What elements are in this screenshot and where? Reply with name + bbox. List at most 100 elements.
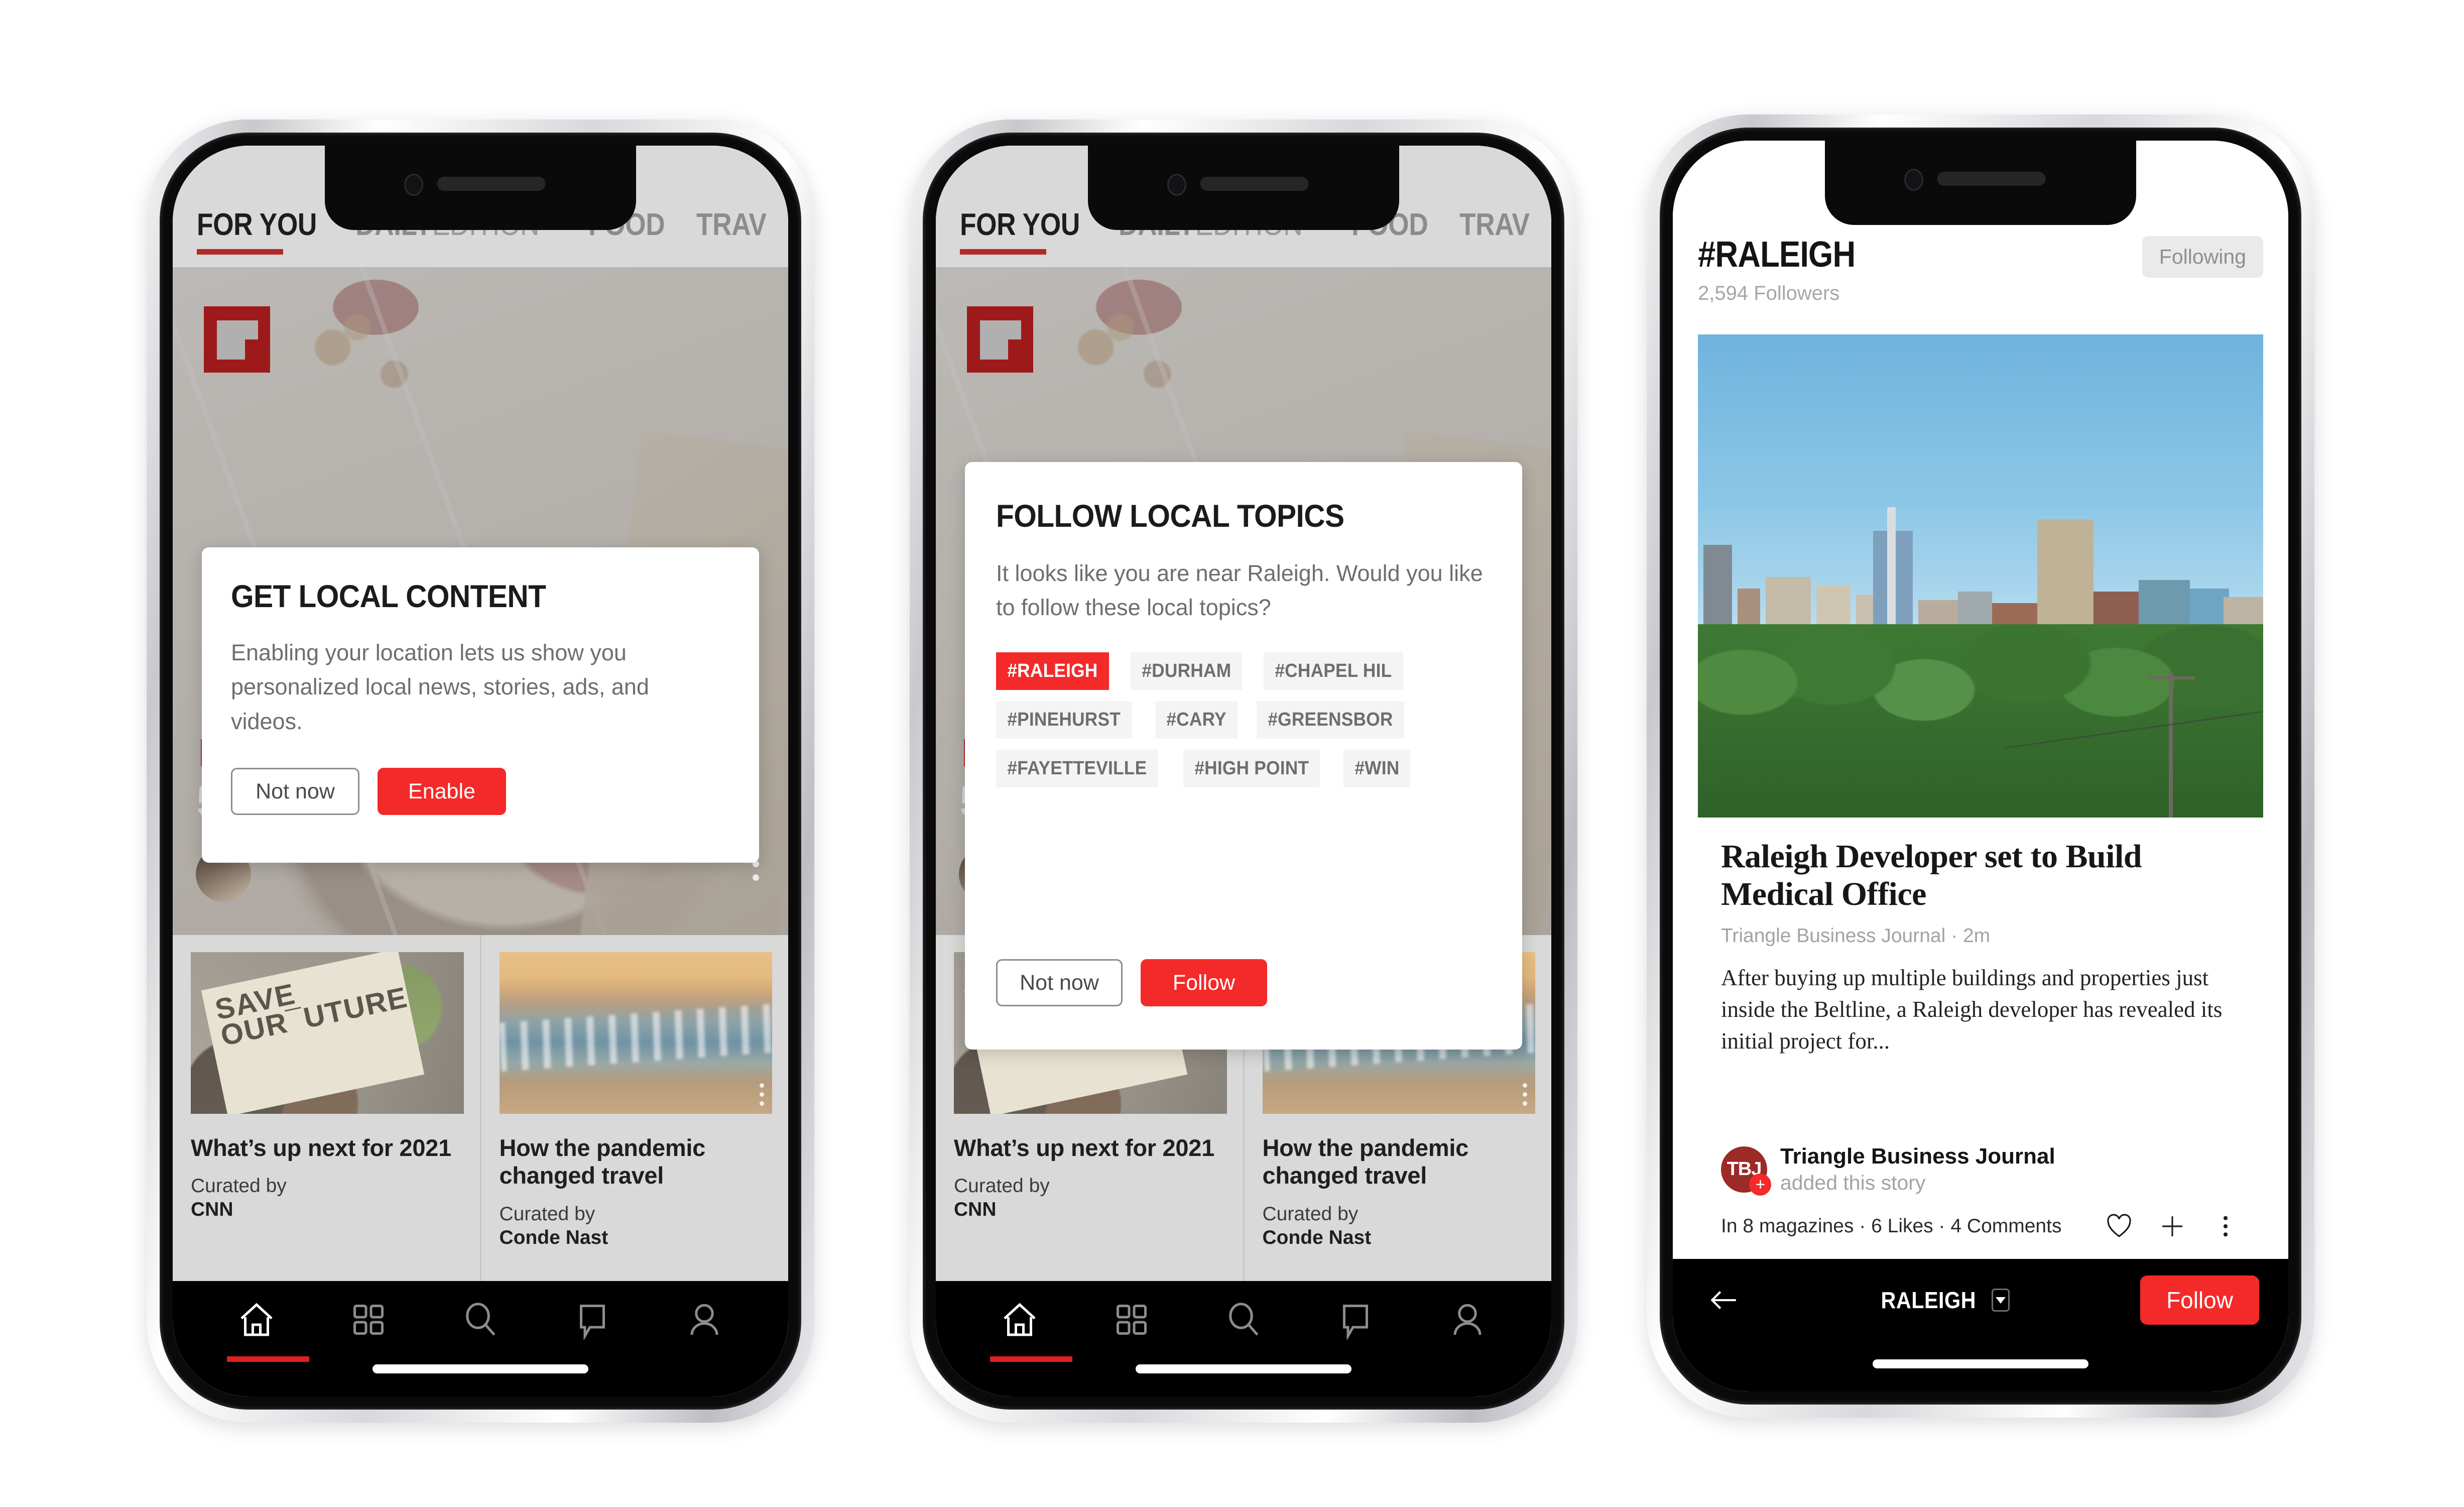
enable-button[interactable]: Enable xyxy=(378,768,506,816)
curated-label: Curated by xyxy=(191,1175,287,1197)
article-excerpt: After buying up multiple buildings and p… xyxy=(1721,965,2223,1054)
article-card[interactable]: How the pandemic changed travel Curated … xyxy=(479,935,789,1281)
nav-briefing[interactable] xyxy=(1108,1297,1155,1343)
get-local-content-dialog: GET LOCAL CONTENT Enabling your location… xyxy=(202,547,759,863)
back-button[interactable] xyxy=(1702,1279,1745,1322)
phone-mockup-2: 52 FOR YOU DAILYEDITION FOOD TRAV xyxy=(910,120,1577,1423)
not-now-button[interactable]: Not now xyxy=(996,959,1123,1006)
active-tab-underline xyxy=(197,249,283,255)
comment-icon xyxy=(579,1305,605,1340)
following-button[interactable]: Following xyxy=(2142,236,2263,278)
topic-name-label: RALEIGH xyxy=(1881,1287,1977,1313)
article-curator: Curated by Conde Nast xyxy=(500,1203,773,1250)
topic-page-screen: #RALEIGH 2,594 Followers Following Ralei… xyxy=(1673,141,2288,1392)
nav-notifications[interactable] xyxy=(569,1297,615,1343)
topic-chip-winston[interactable]: #WIN xyxy=(1343,749,1411,787)
person-icon xyxy=(690,1304,718,1335)
tab-travel[interactable]: TRAV xyxy=(696,207,767,243)
attribution-name[interactable]: Triangle Business Journal xyxy=(1780,1144,2055,1169)
topic-chip-pinehurst[interactable]: #PINEHURST xyxy=(996,701,1132,739)
comment-icon xyxy=(1342,1305,1368,1340)
topic-chip-raleigh[interactable]: #RALEIGH xyxy=(996,652,1109,690)
follower-count: 2,594 Followers xyxy=(1698,282,1840,304)
device-notch xyxy=(1825,141,2136,225)
phone-screen-2: 52 FOR YOU DAILYEDITION FOOD TRAV xyxy=(936,146,1551,1397)
nav-briefing[interactable] xyxy=(345,1297,392,1343)
article-headline: Raleigh Developer set to Build Medical O… xyxy=(1721,838,2142,913)
earpiece-speaker xyxy=(437,177,546,191)
chevron-down-icon[interactable] xyxy=(1991,1289,2010,1312)
topic-header: #RALEIGH 2,594 Followers Following xyxy=(1698,234,2263,329)
tab-for-you[interactable]: FOR YOU xyxy=(960,207,1080,243)
search-icon xyxy=(1229,1303,1259,1336)
grid-icon xyxy=(353,1305,384,1335)
page-title: #RALEIGH xyxy=(1698,235,1856,275)
phone-bezel-1: 52 FOR YOU DAILYEDITION FOOD TRAV xyxy=(160,133,801,1410)
nav-notifications[interactable] xyxy=(1332,1297,1379,1343)
article-title: How the pandemic changed travel xyxy=(1262,1134,1469,1189)
skyline-treeline xyxy=(1698,624,2263,818)
active-nav-underline xyxy=(227,1356,309,1362)
home-icon xyxy=(240,1303,273,1336)
article-title: What’s up next for 2021 xyxy=(954,1134,1214,1161)
phone-bezel-3: #RALEIGH 2,594 Followers Following Ralei… xyxy=(1660,128,2301,1405)
nav-profile[interactable] xyxy=(681,1297,727,1343)
active-nav-underline xyxy=(990,1356,1072,1362)
nav-search[interactable] xyxy=(457,1297,504,1343)
article-card[interactable]: What’s up next for 2021 Curated by CNN xyxy=(173,935,480,1281)
topic-bottom-bar: RALEIGH Follow xyxy=(1673,1259,2288,1392)
topic-chip-high-point[interactable]: #HIGH POINT xyxy=(1183,749,1320,787)
flipboard-logo-icon xyxy=(204,306,270,373)
follow-button[interactable]: Follow xyxy=(1141,959,1267,1006)
earpiece-speaker xyxy=(1937,172,2046,186)
search-icon xyxy=(466,1303,496,1336)
curator-name: CNN xyxy=(191,1199,233,1221)
nav-home[interactable] xyxy=(997,1297,1043,1343)
nav-profile[interactable] xyxy=(1444,1297,1491,1343)
article-curator: Curated by CNN xyxy=(954,1175,1227,1222)
curated-label: Curated by xyxy=(954,1175,1050,1197)
article-thumbnail xyxy=(191,952,464,1114)
meta-separator: · xyxy=(1951,925,1958,947)
more-vertical-icon[interactable] xyxy=(760,1083,764,1106)
home-indicator[interactable] xyxy=(373,1364,588,1373)
curated-label: Curated by xyxy=(499,1203,595,1225)
phone-mockup-1: 52 FOR YOU DAILYEDITION FOOD TRAV xyxy=(147,120,814,1423)
nav-home[interactable] xyxy=(233,1297,280,1343)
tab-for-you[interactable]: FOR YOU xyxy=(197,207,317,243)
home-icon xyxy=(1004,1303,1036,1336)
home-indicator[interactable] xyxy=(1873,1359,2088,1368)
nav-search[interactable] xyxy=(1220,1297,1267,1343)
grid-icon xyxy=(1117,1305,1147,1335)
tab-travel[interactable]: TRAV xyxy=(1459,207,1530,243)
plus-icon[interactable] xyxy=(2158,1212,2187,1241)
dialog-body: It looks like you are near Raleigh. Woul… xyxy=(996,560,1483,621)
topic-chip-durham[interactable]: #DURHAM xyxy=(1130,652,1243,690)
article-card[interactable]: Raleigh Developer set to Build Medical O… xyxy=(1698,818,2263,1259)
phone-bezel-2: 52 FOR YOU DAILYEDITION FOOD TRAV xyxy=(923,133,1564,1410)
topic-chip-fayetteville[interactable]: #FAYETTEVILLE xyxy=(996,749,1158,787)
avatar[interactable]: TBJ + xyxy=(1721,1146,1771,1196)
article-curator: Curated by Conde Nast xyxy=(1263,1203,1536,1250)
home-indicator[interactable] xyxy=(1136,1364,1351,1373)
arrow-left-icon xyxy=(1710,1291,1736,1309)
topic-chip-greensboro[interactable]: #GREENSBOR xyxy=(1257,701,1405,739)
dialog-body: Enabling your location lets us show you … xyxy=(231,640,649,734)
status-badge: In 8 magazines · 6 Likes · 4 Comments xyxy=(1721,1215,2062,1237)
heart-icon[interactable] xyxy=(2105,1212,2134,1241)
more-vertical-icon[interactable] xyxy=(1523,1083,1527,1106)
article-time: 2m xyxy=(1962,925,1991,947)
topic-chip-list: #RALEIGH #DURHAM #CHAPEL HIL #PINEHURST … xyxy=(996,652,1491,787)
phone-screen-3: #RALEIGH 2,594 Followers Following Ralei… xyxy=(1673,141,2288,1392)
earpiece-speaker xyxy=(1200,177,1309,191)
curator-name: Conde Nast xyxy=(1262,1226,1372,1248)
topic-chip-chapel-hill[interactable]: #CHAPEL HIL xyxy=(1264,652,1403,690)
bottom-nav-2 xyxy=(936,1281,1551,1397)
article-attribution: TBJ + Triangle Business Journal added th… xyxy=(1721,1144,2240,1196)
phone-screen-1: 52 FOR YOU DAILYEDITION FOOD TRAV xyxy=(173,146,788,1397)
phone-mockup-3: #RALEIGH 2,594 Followers Following Ralei… xyxy=(1647,114,2314,1418)
not-now-button[interactable]: Not now xyxy=(231,768,359,816)
follow-button[interactable]: Follow xyxy=(2140,1276,2259,1325)
topic-chip-cary[interactable]: #CARY xyxy=(1155,701,1238,739)
more-vertical-icon[interactable] xyxy=(2211,1212,2240,1241)
